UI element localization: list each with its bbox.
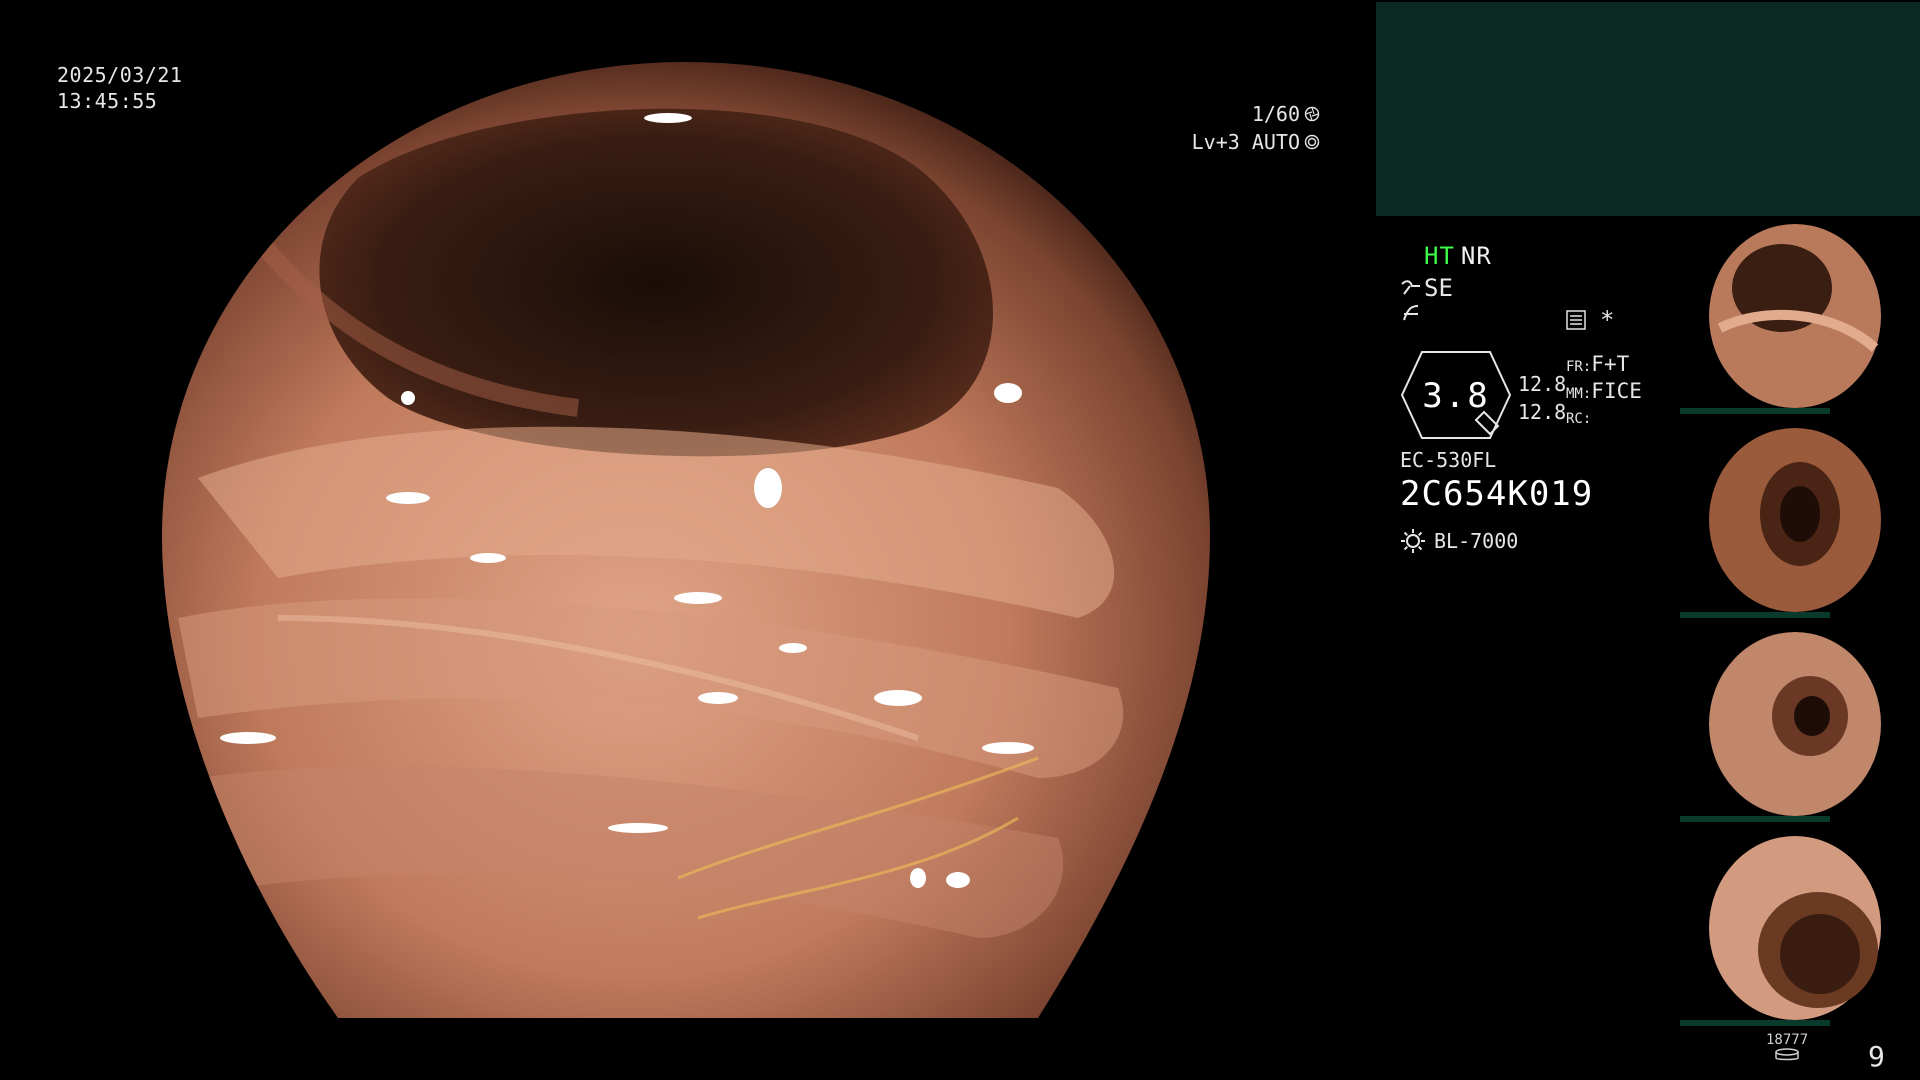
capture-star: * xyxy=(1600,306,1615,334)
value-2: 12.8 xyxy=(1518,400,1567,424)
enhancement-labels: FR:F+T MM:FICE RC: xyxy=(1566,352,1642,431)
mode-row: HT NR xyxy=(1424,242,1492,270)
disk-icon xyxy=(1775,1048,1799,1061)
shutter-speed: 1/60 xyxy=(1251,102,1300,126)
rc-label: RC: xyxy=(1566,411,1592,427)
mm-value: FICE xyxy=(1591,379,1642,403)
fr-label: FR: xyxy=(1566,359,1592,375)
nr-indicator: NR xyxy=(1460,242,1492,270)
status-panel: HT NR SE * 3.8 12.8 12.8 FR:F+T MM:FICE … xyxy=(1396,240,1676,580)
scope-serial: 2C654K019 xyxy=(1400,474,1594,514)
page-number: 9 xyxy=(1868,1040,1885,1073)
top-info-panel xyxy=(1376,2,1920,216)
thumbnail-2[interactable] xyxy=(1670,422,1920,622)
lamp-icon xyxy=(1401,529,1425,553)
value-1: 12.8 xyxy=(1518,372,1567,396)
gamma-row xyxy=(1400,302,1422,330)
ht-indicator: HT xyxy=(1424,242,1455,270)
thumbnail-4[interactable] xyxy=(1670,830,1920,1030)
fr-value: F+T xyxy=(1591,352,1630,376)
image-counter: 18777 xyxy=(1766,1032,1808,1066)
endoscopy-monitor: 2025/03/21 13:45:55 1/60 Lv+3 AUTO HT NR… xyxy=(0,0,1920,1080)
image-count: 18777 xyxy=(1766,1032,1809,1048)
enhancement-values: 12.8 12.8 xyxy=(1518,370,1566,426)
settings-icon xyxy=(1566,310,1586,330)
se-row: SE xyxy=(1400,274,1453,302)
colon-image xyxy=(162,62,1210,1018)
auto-iris-icon xyxy=(1304,134,1320,150)
endoscope-live-view xyxy=(158,58,1214,1018)
scope-model: EC-530FL xyxy=(1400,448,1497,472)
zoom-value: 3.8 xyxy=(1422,376,1490,416)
se-indicator: SE xyxy=(1424,274,1453,302)
se-curve-icon xyxy=(1401,280,1420,295)
thumbnail-strip xyxy=(1670,218,1920,1034)
thumbnail-1[interactable] xyxy=(1670,218,1920,418)
gamma-icon xyxy=(1403,305,1419,321)
shutter-icon xyxy=(1304,106,1320,122)
light-source-row: BL-7000 xyxy=(1400,528,1518,554)
light-source-name: BL-7000 xyxy=(1434,529,1519,553)
thumbnail-3[interactable] xyxy=(1670,626,1920,826)
mm-label: MM: xyxy=(1566,386,1592,402)
